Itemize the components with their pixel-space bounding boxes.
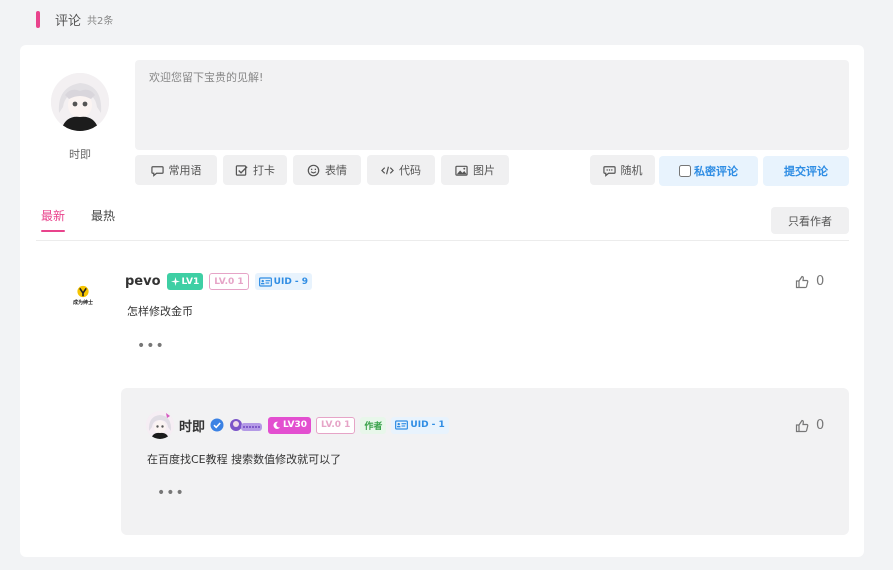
- comment-content: 怎样修改金币: [127, 305, 193, 318]
- sparkle-icon: [170, 277, 180, 286]
- reply-username[interactable]: 时即: [179, 416, 205, 435]
- comment-username[interactable]: pevo: [125, 274, 161, 289]
- section-title: 评论: [55, 14, 82, 29]
- section-header: 评论 共2条: [36, 10, 113, 29]
- current-user-avatar[interactable]: [51, 73, 109, 131]
- like-button[interactable]: 0: [795, 274, 824, 289]
- speech-bubble-icon: [150, 165, 164, 177]
- checkin-label: 打卡: [253, 164, 275, 177]
- more-options-button[interactable]: •••: [157, 486, 185, 500]
- code-label: 代码: [399, 164, 421, 177]
- only-author-button[interactable]: 只看作者: [771, 207, 849, 234]
- character-medal-icon: [229, 417, 263, 433]
- level-badge-label: LV30: [283, 420, 308, 430]
- level-badge: LV1: [166, 273, 204, 290]
- like-button[interactable]: 0: [795, 418, 824, 433]
- level-badge: LV30: [268, 416, 312, 434]
- private-comment-toggle[interactable]: 私密评论: [659, 156, 758, 186]
- private-comment-label: 私密评论: [694, 165, 738, 178]
- emoji-label: 表情: [325, 164, 347, 177]
- verified-icon: [210, 418, 224, 432]
- code-icon: [381, 166, 394, 174]
- id-card-icon: [258, 276, 272, 287]
- lv0-badge: LV.0 1: [316, 416, 356, 434]
- checkbox-icon: [235, 164, 248, 176]
- divider: [36, 240, 849, 241]
- image-icon: [455, 165, 468, 176]
- private-comment-checkbox[interactable]: [679, 165, 691, 177]
- submit-comment-label: 提交评论: [784, 165, 828, 178]
- comment-count: 共2条: [87, 16, 114, 27]
- reply-avatar[interactable]: [146, 411, 174, 439]
- comment-input[interactable]: [135, 60, 849, 150]
- comment-avatar[interactable]: 成为绅士: [64, 276, 102, 314]
- reply-content: 在百度找CE教程 搜索数值修改就可以了: [147, 453, 342, 466]
- current-user-name: 时即: [69, 148, 91, 161]
- logo-icon: [77, 285, 89, 297]
- checkin-button[interactable]: 打卡: [223, 155, 287, 185]
- like-count: 0: [816, 418, 825, 433]
- thumbs-up-icon: [795, 419, 809, 432]
- moon-icon: [273, 421, 281, 429]
- tab-newest[interactable]: 最新: [36, 207, 70, 232]
- common-phrases-button[interactable]: 常用语: [135, 155, 217, 185]
- speech-bubble-icon: [602, 165, 616, 177]
- random-button[interactable]: 随机: [590, 155, 655, 185]
- emoji-button[interactable]: 表情: [293, 155, 361, 185]
- author-badge: 作者: [360, 416, 387, 434]
- comment-header: pevo LV1 LV.0 1 UID - 9: [125, 272, 313, 291]
- uid-badge: UID - 9: [254, 273, 313, 290]
- common-phrases-label: 常用语: [168, 164, 202, 177]
- like-count: 0: [816, 274, 825, 289]
- sort-tabs: 最新 最热: [36, 207, 120, 232]
- id-card-icon: [395, 420, 409, 430]
- uid-badge-label: UID - 9: [273, 276, 309, 287]
- section-accent-bar: [36, 11, 40, 28]
- submit-comment-button[interactable]: 提交评论: [763, 156, 849, 186]
- thumbs-up-icon: [795, 275, 809, 288]
- image-label: 图片: [473, 164, 495, 177]
- reply-header: 时即 LV30 LV.0 1 作者 UID - 1: [179, 416, 449, 435]
- random-label: 随机: [620, 164, 643, 177]
- lv0-badge: LV.0 1: [209, 273, 249, 290]
- level-badge-label: LV1: [181, 276, 200, 287]
- tab-hottest[interactable]: 最热: [86, 207, 120, 232]
- comment-editor[interactable]: [135, 60, 849, 150]
- image-button[interactable]: 图片: [441, 155, 509, 185]
- more-options-button[interactable]: •••: [137, 339, 165, 353]
- code-button[interactable]: 代码: [367, 155, 435, 185]
- smiley-icon: [307, 164, 320, 176]
- uid-badge-label: UID - 1: [410, 420, 445, 430]
- avatar-caption: 成为绅士: [72, 299, 93, 306]
- uid-badge: UID - 1: [391, 416, 449, 434]
